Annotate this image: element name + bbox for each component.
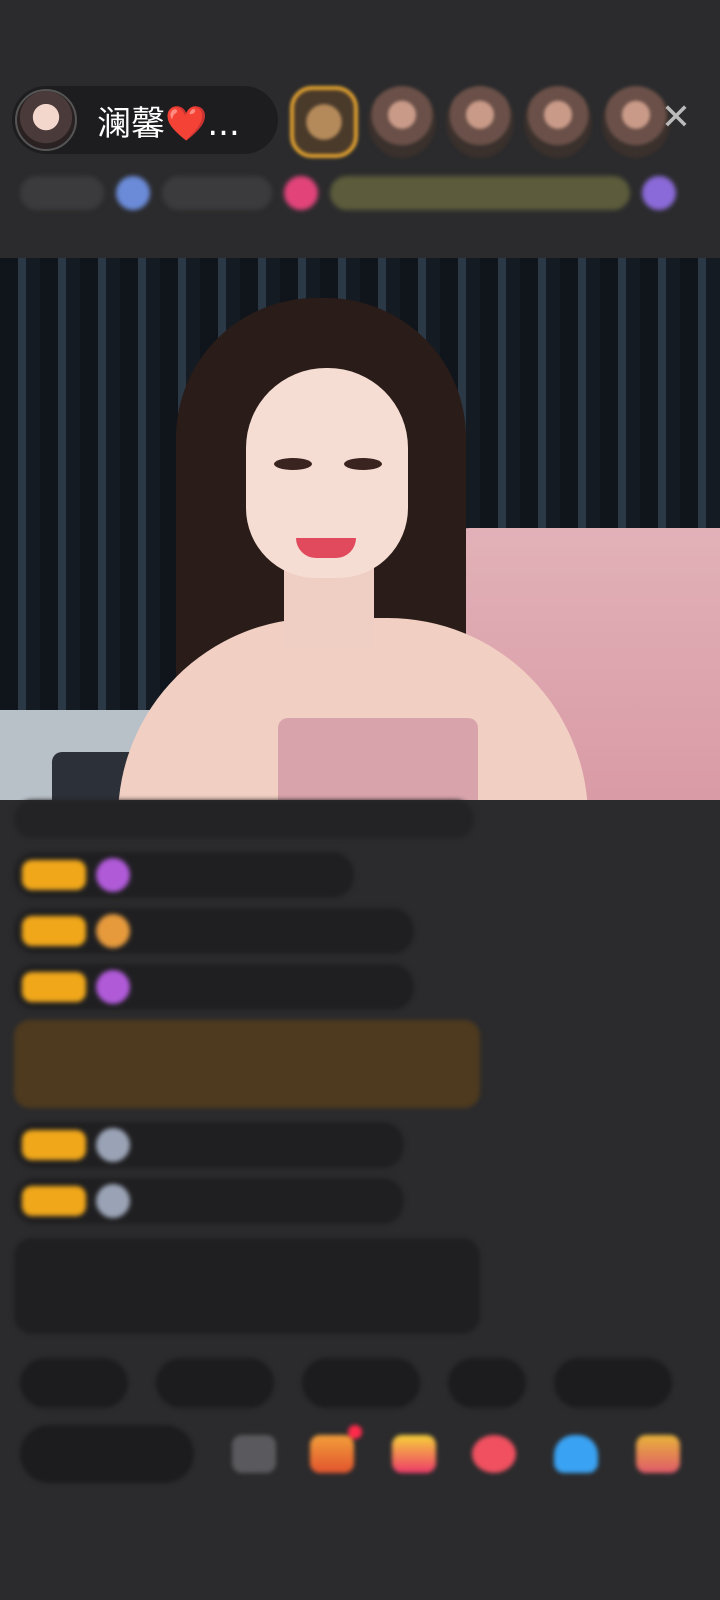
room-info-strip xyxy=(20,170,690,216)
streamer xyxy=(118,298,588,800)
quick-reply-chip[interactable] xyxy=(156,1358,274,1408)
chat-message xyxy=(14,800,474,838)
top-viewers-list xyxy=(290,86,670,158)
heart-icon[interactable] xyxy=(472,1435,516,1473)
level-badge xyxy=(22,1186,86,1216)
left-eye xyxy=(274,458,312,470)
quick-reply-chip[interactable] xyxy=(448,1358,526,1408)
highlighted-chat-message[interactable] xyxy=(14,1020,480,1108)
chat-message[interactable] xyxy=(14,908,414,954)
host-info-pill[interactable]: 澜馨❤️... xyxy=(12,86,278,154)
gift-icon[interactable] xyxy=(636,1435,680,1473)
level-badge xyxy=(22,860,86,890)
gift-icon[interactable] xyxy=(284,176,318,210)
viewer-avatar[interactable] xyxy=(290,86,358,158)
close-icon[interactable]: ✕ xyxy=(658,100,694,136)
level-badge xyxy=(22,1130,86,1160)
emoji-icon[interactable] xyxy=(232,1435,276,1473)
hourly-rank-icon xyxy=(116,176,150,210)
quick-reply-chip[interactable] xyxy=(554,1358,672,1408)
quick-reply-chip[interactable] xyxy=(20,1358,128,1408)
viewer-avatar[interactable] xyxy=(368,86,436,158)
task-icon[interactable] xyxy=(310,1425,362,1473)
live-room-screen: 澜馨❤️... ✕ xyxy=(0,0,720,1600)
more-icon[interactable] xyxy=(642,176,676,210)
fan-badge-icon xyxy=(96,1184,130,1218)
chat-username[interactable] xyxy=(140,1194,390,1208)
viewer-avatar[interactable] xyxy=(446,86,514,158)
chat-message[interactable] xyxy=(14,964,414,1010)
quick-reply-chip[interactable] xyxy=(302,1358,420,1408)
chat-message[interactable] xyxy=(14,852,354,898)
fan-badge-icon xyxy=(96,970,130,1004)
gift-box-icon[interactable] xyxy=(392,1435,436,1473)
game-icon[interactable] xyxy=(554,1435,598,1473)
chat-username[interactable] xyxy=(140,924,400,938)
hourly-rank-chip[interactable] xyxy=(162,176,272,210)
viewer-avatar[interactable] xyxy=(524,86,592,158)
chat-input[interactable] xyxy=(20,1425,194,1483)
announcement-chip[interactable] xyxy=(330,176,630,210)
host-avatar[interactable] xyxy=(15,89,77,151)
live-video[interactable] xyxy=(0,258,720,800)
chat-username[interactable] xyxy=(140,1138,390,1152)
fan-badge-icon xyxy=(96,858,130,892)
quick-reply-bar xyxy=(20,1358,672,1408)
chat-list[interactable] xyxy=(14,800,484,1334)
chat-message[interactable] xyxy=(14,1122,404,1168)
host-name: 澜馨❤️... xyxy=(97,103,240,144)
chat-username[interactable] xyxy=(140,980,400,994)
room-notice xyxy=(14,1238,480,1334)
pink-top xyxy=(278,718,478,800)
chat-username[interactable] xyxy=(140,868,340,882)
level-badge xyxy=(22,916,86,946)
fan-badge-icon xyxy=(96,914,130,948)
bottom-toolbar xyxy=(20,1420,710,1488)
rank-chip[interactable] xyxy=(20,176,104,210)
chat-message[interactable] xyxy=(14,1178,404,1224)
right-eye xyxy=(344,458,382,470)
level-badge xyxy=(22,972,86,1002)
fan-badge-icon xyxy=(96,1128,130,1162)
